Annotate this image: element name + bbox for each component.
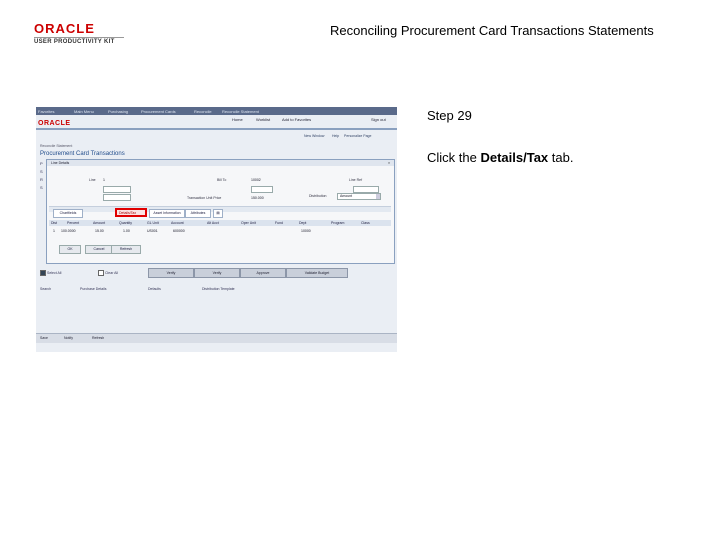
oracle-upk-logo: ORACLE USER PRODUCTIVITY KIT bbox=[34, 22, 124, 48]
modal-title: Line Details bbox=[51, 161, 70, 165]
distribution-template-link[interactable]: Distribution Template bbox=[202, 287, 235, 291]
line-ref-input[interactable] bbox=[353, 186, 379, 193]
nav-reconcile-statement[interactable]: Reconcile Statement bbox=[222, 109, 259, 114]
field-line-value: 1 bbox=[103, 178, 105, 182]
col-alt-acct: Alt Acct bbox=[207, 221, 219, 225]
page-heading: Procurement Card Transactions bbox=[40, 151, 125, 157]
field-line-label: Line bbox=[89, 178, 96, 182]
search-link[interactable]: Search bbox=[40, 287, 51, 291]
logo-product: USER PRODUCTIVITY KIT bbox=[34, 37, 124, 45]
header-home-link[interactable]: Home bbox=[232, 117, 243, 122]
new-window-link[interactable]: New Window bbox=[304, 134, 324, 138]
billto-amount-input[interactable] bbox=[251, 186, 273, 193]
col-dept: Dept bbox=[299, 221, 307, 225]
header-divider bbox=[36, 128, 397, 130]
line-amount-input[interactable] bbox=[103, 186, 131, 193]
refresh-button[interactable]: Refresh bbox=[111, 245, 141, 254]
field-distribution-label: Distribution bbox=[309, 194, 327, 198]
line-details-modal: Line Details × Line 1 Bill To 10002 Line… bbox=[46, 159, 395, 264]
col-quantity: Quantity bbox=[119, 221, 133, 225]
instruction-post: tab. bbox=[548, 150, 574, 165]
verify-button[interactable]: Verify bbox=[148, 268, 194, 278]
col-oper-unit: Oper Unit bbox=[241, 221, 256, 225]
col-program: Program bbox=[331, 221, 345, 225]
col-gl-unit: GL Unit bbox=[147, 221, 159, 225]
cell-dist: 1 bbox=[53, 229, 55, 233]
purchase-details-link[interactable]: Purchase Details bbox=[80, 287, 106, 291]
distribution-select[interactable]: Amount bbox=[337, 193, 381, 200]
header-signout-link[interactable]: Sign out bbox=[371, 117, 386, 122]
cell-amount[interactable]: 15.00 bbox=[95, 229, 104, 233]
tab-chartfields[interactable]: Chartfields bbox=[53, 209, 83, 218]
bottom-action-bar: Save Notify Refresh bbox=[36, 333, 397, 343]
breadcrumb: Reconcile Statement bbox=[40, 144, 73, 148]
defaults-link[interactable]: Defaults bbox=[148, 287, 161, 291]
step-instruction: Click the Details/Tax tab. bbox=[427, 150, 573, 165]
table-row: 1 100.0000 15.00 1.00 US001 600000 10000 bbox=[49, 228, 391, 235]
nav-purchasing[interactable]: Purchasing bbox=[108, 109, 128, 114]
col-class: Class bbox=[361, 221, 370, 225]
quantity-input[interactable] bbox=[103, 194, 131, 201]
cell-account[interactable]: 600000 bbox=[173, 229, 185, 233]
personalize-page-link[interactable]: Personalize Page bbox=[344, 134, 371, 138]
refresh-page-button[interactable]: Refresh bbox=[92, 336, 104, 340]
show-all-tabs-icon[interactable]: ▤ bbox=[213, 209, 223, 218]
verify-button-2[interactable]: Verify bbox=[194, 268, 240, 278]
field-billto-label: Bill To bbox=[217, 178, 227, 182]
step-title: Step 29 bbox=[427, 108, 472, 123]
col-fund: Fund bbox=[275, 221, 283, 225]
help-link[interactable]: Help bbox=[332, 134, 339, 138]
notify-button[interactable]: Notify bbox=[64, 336, 73, 340]
field-unit-price-label: Transaction Unit Price bbox=[187, 196, 222, 200]
header-worklist-link[interactable]: Worklist bbox=[256, 117, 270, 122]
nav-reconcile[interactable]: Reconcile bbox=[194, 109, 212, 114]
tab-attributes[interactable]: Attributes bbox=[185, 209, 211, 218]
ok-button[interactable]: OK bbox=[59, 245, 81, 254]
col-percent: Percent bbox=[67, 221, 80, 225]
top-nav-bar: Favorites Main Menu Purchasing Procureme… bbox=[36, 107, 397, 115]
nav-procurement-cards[interactable]: Procurement Cards bbox=[141, 109, 176, 114]
cell-dept[interactable]: 10000 bbox=[301, 229, 311, 233]
col-account: Account bbox=[171, 221, 184, 225]
approve-button[interactable]: Approve bbox=[240, 268, 286, 278]
nav-main-menu[interactable]: Main Menu bbox=[74, 109, 94, 114]
cell-gl-unit[interactable]: US001 bbox=[147, 229, 158, 233]
clear-all-checkbox[interactable] bbox=[98, 270, 104, 276]
cell-percent[interactable]: 100.0000 bbox=[61, 229, 76, 233]
col-dist: Dist bbox=[51, 221, 58, 225]
distribution-select-value: Amount bbox=[340, 194, 353, 198]
tab-asset-information[interactable]: Asset Information bbox=[149, 209, 185, 218]
logo-brand: ORACLE bbox=[34, 21, 95, 36]
modal-title-bar: Line Details × bbox=[47, 160, 394, 166]
save-button[interactable]: Save bbox=[40, 336, 48, 340]
select-all-label: Select All bbox=[47, 271, 62, 275]
cell-quantity[interactable]: 1.00 bbox=[123, 229, 130, 233]
deck-title: Reconciling Procurement Card Transaction… bbox=[330, 23, 654, 38]
col-amount: Amount bbox=[93, 221, 106, 225]
validate-budget-button[interactable]: Validate Budget bbox=[286, 268, 348, 278]
application-screenshot: Favorites Main Menu Purchasing Procureme… bbox=[36, 107, 397, 352]
cancel-button[interactable]: Cancel bbox=[85, 245, 113, 254]
header-favorites-link[interactable]: Add to Favorites bbox=[282, 117, 311, 122]
field-unit-price-value: 150.000 bbox=[251, 196, 264, 200]
oracle-mini-logo: ORACLE bbox=[38, 120, 71, 127]
distribution-grid-header: Dist Percent Amount Quantity GL Unit Acc… bbox=[49, 220, 391, 226]
tab-details-tax[interactable]: Details/Tax bbox=[115, 208, 147, 217]
select-all-checkbox[interactable] bbox=[40, 270, 46, 276]
field-lineref-label: Line Ref bbox=[349, 178, 363, 182]
tab-details-tax-label: Details/Tax bbox=[119, 211, 137, 215]
close-icon[interactable]: × bbox=[387, 161, 391, 165]
clear-all-label: Clear All bbox=[105, 271, 119, 275]
instruction-target: Details/Tax bbox=[480, 150, 549, 165]
instruction-pre: Click the bbox=[427, 150, 481, 165]
nav-favorites[interactable]: Favorites bbox=[38, 109, 54, 114]
field-billto-value: 10002 bbox=[251, 178, 261, 182]
